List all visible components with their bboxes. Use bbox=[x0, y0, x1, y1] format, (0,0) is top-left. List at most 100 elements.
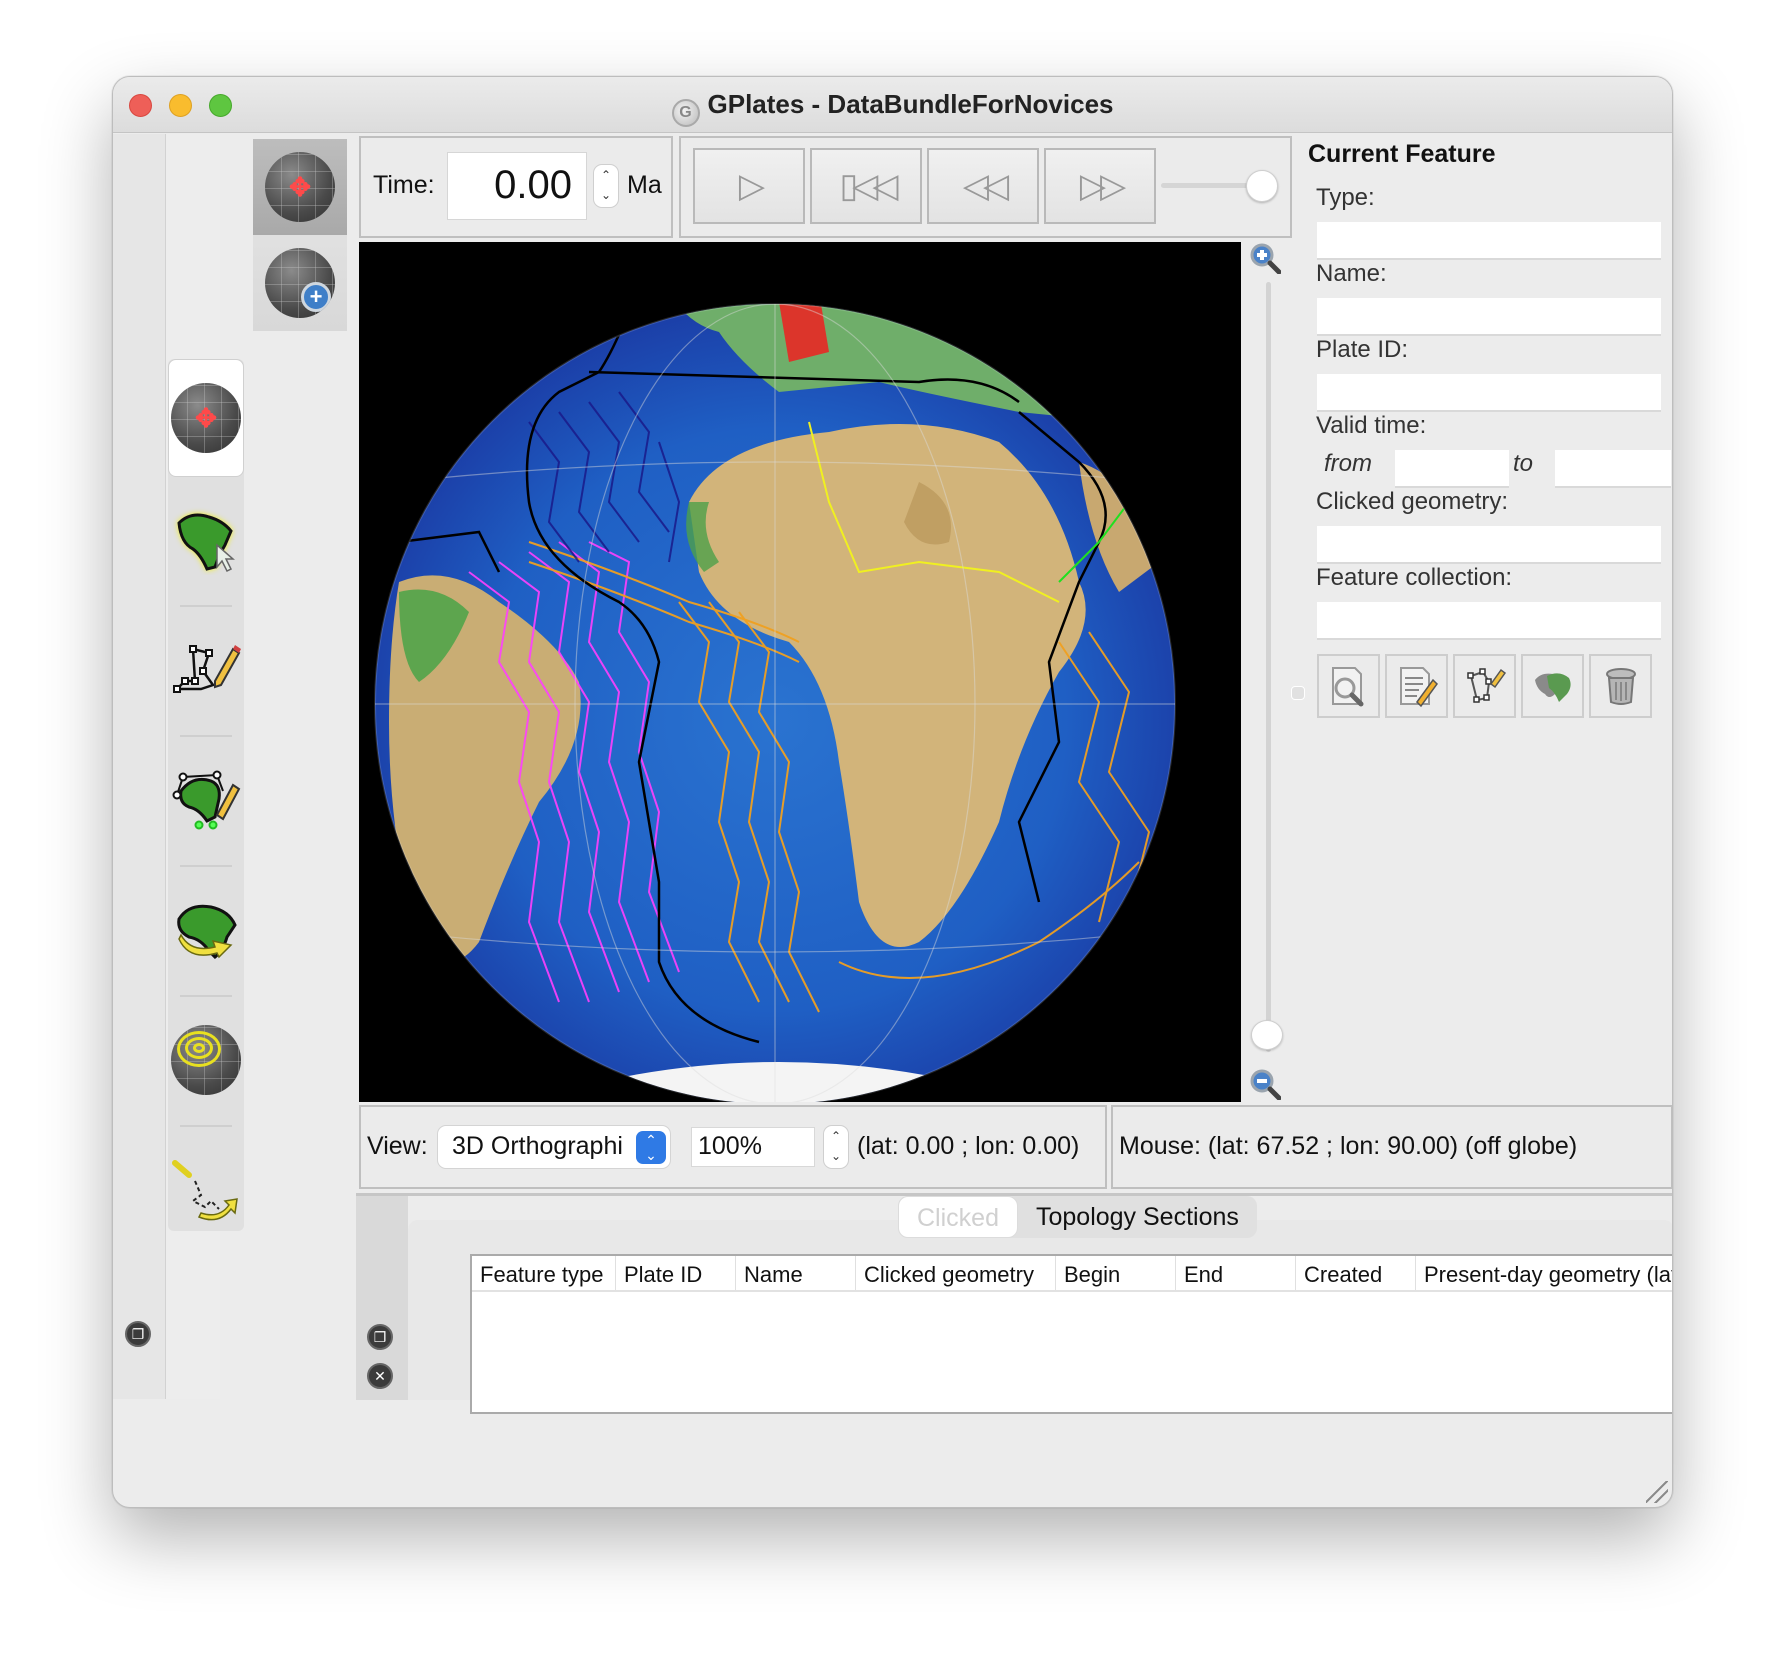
projection-select[interactable]: 3D Orthographi ⌃ ⌄ bbox=[437, 1125, 671, 1169]
tool-separator bbox=[180, 605, 232, 607]
query-feature-icon bbox=[1331, 667, 1363, 707]
globe-zoom-control bbox=[1245, 242, 1295, 1102]
feature-collection-field[interactable] bbox=[1317, 602, 1661, 640]
step-forward-button[interactable]: ▷▷ bbox=[1044, 148, 1156, 224]
valid-from-field[interactable] bbox=[1395, 450, 1509, 488]
column-header[interactable]: Created bbox=[1296, 1256, 1416, 1290]
time-stepper[interactable]: ⌃ ⌄ bbox=[593, 164, 619, 208]
zoom-in-icon[interactable] bbox=[1249, 242, 1281, 274]
camera-latlon: (lat: 0.00 ; lon: 0.00) bbox=[857, 1132, 1080, 1160]
current-feature-panel: Current Feature Type: Name: Plate ID: Va… bbox=[1291, 134, 1672, 1154]
tool-edit-topology[interactable] bbox=[168, 741, 244, 859]
tab-clicked[interactable]: Clicked bbox=[898, 1196, 1018, 1238]
zoom-slider-knob[interactable] bbox=[1251, 1020, 1283, 1050]
tab-topology-sections[interactable]: Topology Sections bbox=[1018, 1196, 1257, 1238]
tool-small-circle[interactable] bbox=[168, 1001, 244, 1119]
animation-controls: ▷ ▯◁◁ ◁◁ ▷▷ bbox=[679, 136, 1292, 238]
clone-feature-button[interactable] bbox=[1521, 654, 1584, 718]
table-header: Feature type Plate ID Name Clicked geome… bbox=[472, 1256, 1672, 1292]
tool-pole-manipulation[interactable] bbox=[168, 1131, 244, 1249]
tool-choose-feature[interactable] bbox=[168, 481, 244, 599]
query-feature-button[interactable] bbox=[1317, 654, 1380, 718]
choose-feature-icon bbox=[177, 513, 235, 573]
clicked-features-table[interactable]: Feature type Plate ID Name Clicked geome… bbox=[470, 1254, 1672, 1414]
pole-manipulation-icon bbox=[172, 1160, 238, 1221]
from-label: from bbox=[1324, 450, 1372, 477]
tool-separator bbox=[180, 1125, 232, 1127]
float-dock-icon[interactable]: ❐ bbox=[125, 1321, 151, 1347]
type-field[interactable] bbox=[1317, 222, 1661, 260]
edit-geometry-button[interactable] bbox=[1453, 654, 1516, 718]
globe-drag-icon: ✥ bbox=[171, 383, 241, 453]
edit-geometry-icon bbox=[1466, 668, 1506, 703]
animation-slider-knob[interactable] bbox=[1246, 170, 1278, 202]
tool-separator bbox=[180, 735, 232, 737]
globe-view[interactable] bbox=[359, 242, 1241, 1102]
clicked-geometry-label: Clicked geometry: bbox=[1316, 488, 1509, 515]
play-icon: ▷ bbox=[738, 167, 765, 205]
tool-move-feature[interactable] bbox=[168, 871, 244, 989]
window-resize-grip[interactable] bbox=[1646, 1481, 1668, 1503]
bottom-dock: ❐ ✕ Clicked Topology Sections Feature ty… bbox=[356, 1193, 1672, 1414]
bottom-dock-content: Clicked Topology Sections Feature type P… bbox=[408, 1196, 1672, 1414]
column-header[interactable]: End bbox=[1176, 1256, 1296, 1290]
name-label: Name: bbox=[1316, 260, 1387, 287]
plate-id-field[interactable] bbox=[1317, 374, 1661, 412]
valid-time-label: Valid time: bbox=[1316, 412, 1427, 439]
zoom-stepper[interactable]: ⌃ ⌄ bbox=[823, 1125, 849, 1169]
globe-canvas[interactable] bbox=[359, 242, 1241, 1102]
gplates-logo-icon: G bbox=[671, 99, 700, 127]
column-header[interactable]: Name bbox=[736, 1256, 856, 1290]
feature-actions bbox=[1317, 654, 1652, 720]
column-header[interactable]: Plate ID bbox=[616, 1256, 736, 1290]
view-label: View: bbox=[367, 1132, 428, 1160]
tool-drag-globe[interactable]: ✥ bbox=[168, 359, 244, 477]
clicked-geometry-field[interactable] bbox=[1317, 526, 1661, 564]
edit-feature-icon bbox=[1399, 667, 1438, 708]
gplates-window: GGPlates - DataBundleForNovices ❐ ✥ + ✥ bbox=[112, 76, 1673, 1508]
edit-feature-button[interactable] bbox=[1385, 654, 1448, 718]
view-tool-zoom-globe[interactable]: + bbox=[253, 235, 347, 331]
digitise-geometry-icon bbox=[173, 645, 241, 693]
zoom-slider-track[interactable] bbox=[1266, 282, 1271, 1052]
panel-splitter-handle[interactable] bbox=[1291, 686, 1305, 700]
chevron-updown-icon: ⌃ ⌄ bbox=[636, 1131, 666, 1164]
tool-separator bbox=[180, 865, 232, 867]
column-header[interactable]: Present-day geometry (lat ; l bbox=[1416, 1256, 1672, 1290]
move-feature-icon bbox=[177, 904, 237, 959]
float-dock-icon[interactable]: ❐ bbox=[367, 1324, 393, 1350]
step-back-button[interactable]: ◁◁ bbox=[927, 148, 1039, 224]
time-label: Time: bbox=[373, 171, 435, 199]
tool-separator bbox=[180, 995, 232, 997]
zoom-percent-input[interactable]: 100% bbox=[691, 1127, 815, 1167]
current-feature-title: Current Feature bbox=[1308, 140, 1496, 168]
view-settings-bar: View: 3D Orthographi ⌃ ⌄ 100% ⌃ ⌄ (lat: 0.… bbox=[359, 1105, 1107, 1189]
delete-feature-button[interactable] bbox=[1589, 654, 1652, 718]
view-tool-drag-globe[interactable]: ✥ bbox=[253, 139, 347, 235]
mouse-position: Mouse: (lat: 67.52 ; lon: 90.00) (off gl… bbox=[1119, 1132, 1578, 1160]
column-header[interactable]: Feature type bbox=[472, 1256, 616, 1290]
column-header[interactable]: Begin bbox=[1056, 1256, 1176, 1290]
zoom-out-icon[interactable] bbox=[1249, 1068, 1281, 1100]
clone-feature-icon bbox=[1534, 673, 1571, 702]
window-title-wrap: G GPlates - DataBundleForNovices bbox=[113, 89, 1672, 127]
globe-drag-icon: ✥ bbox=[265, 152, 335, 222]
rewind-to-start-icon: ▯◁◁ bbox=[839, 167, 898, 205]
projection-value: 3D Orthographi bbox=[452, 1132, 623, 1160]
valid-to-field[interactable] bbox=[1555, 450, 1671, 488]
reset-to-start-button[interactable]: ▯◁◁ bbox=[810, 148, 922, 224]
close-dock-icon[interactable]: ✕ bbox=[367, 1363, 393, 1389]
tool-digitise-geometry[interactable] bbox=[168, 611, 244, 729]
edit-topology-icon bbox=[172, 770, 241, 830]
title-bar: G GPlates - DataBundleForNovices bbox=[113, 77, 1672, 133]
time-input[interactable]: 0.00 bbox=[447, 152, 587, 220]
step-forward-icon: ▷▷ bbox=[1079, 167, 1126, 205]
play-button[interactable]: ▷ bbox=[693, 148, 805, 224]
tab-bar: Clicked Topology Sections bbox=[898, 1196, 1257, 1238]
left-dock-area: ❐ bbox=[113, 134, 166, 1399]
view-tools: ✥ + bbox=[253, 139, 347, 331]
name-field[interactable] bbox=[1317, 298, 1661, 336]
column-header[interactable]: Clicked geometry bbox=[856, 1256, 1056, 1290]
globe-zoom-icon: + bbox=[265, 248, 335, 318]
type-label: Type: bbox=[1316, 184, 1375, 211]
